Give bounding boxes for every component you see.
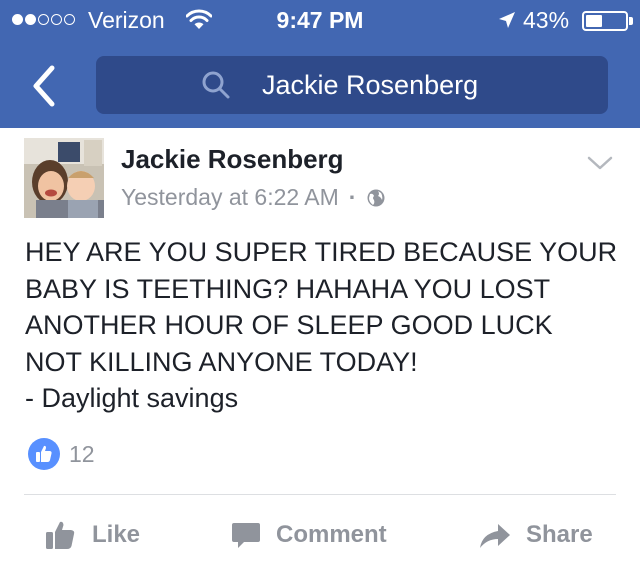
- location-arrow-icon: [497, 10, 517, 35]
- search-icon: [200, 69, 232, 106]
- profile-photo: [24, 138, 104, 218]
- post-author[interactable]: Jackie Rosenberg: [121, 144, 344, 175]
- post-line: NOT KILLING ANYONE TODAY!: [25, 346, 418, 377]
- post-meta: Yesterday at 6:22 AM ·: [121, 184, 386, 211]
- divider: [24, 494, 616, 495]
- status-bar: Verizon 9:47 PM 43%: [0, 0, 640, 40]
- share-label: Share: [526, 521, 593, 548]
- comment-label: Comment: [276, 521, 387, 548]
- battery-percent: 43%: [523, 7, 570, 33]
- search-field[interactable]: Jackie Rosenberg: [96, 56, 608, 114]
- chevron-left-icon: [33, 65, 55, 107]
- globe-icon: [367, 189, 385, 206]
- post-line: HEY ARE YOU SUPER TIRED BECAUSE YOUR: [25, 237, 618, 267]
- like-button[interactable]: Like: [44, 510, 140, 560]
- top-bar: Verizon 9:47 PM 43% Jackie Rosenberg: [0, 0, 640, 128]
- back-button[interactable]: [26, 62, 66, 110]
- comment-icon: [232, 523, 260, 548]
- meta-separator: ·: [348, 184, 357, 210]
- battery-tip: [629, 17, 633, 25]
- comment-button[interactable]: Comment: [230, 510, 387, 560]
- reactions-summary[interactable]: 12: [28, 438, 95, 470]
- battery-icon: [582, 11, 628, 31]
- battery-level: [586, 15, 602, 27]
- post-line: - Daylight savings: [25, 383, 239, 413]
- like-badge-icon: [28, 438, 60, 470]
- post-body: HEY ARE YOU SUPER TIRED BECAUSE YOUR BAB…: [25, 234, 625, 417]
- chevron-down-icon: [587, 156, 613, 170]
- share-arrow-icon: [480, 524, 510, 548]
- post-timestamp[interactable]: Yesterday at 6:22 AM: [121, 184, 339, 211]
- like-count: 12: [69, 440, 95, 467]
- post-line: BABY IS TEETHING? HAHAHA YOU LOST: [25, 273, 551, 304]
- post-line: ANOTHER HOUR OF SLEEP GOOD LUCK: [25, 310, 553, 340]
- post-options-button[interactable]: [586, 153, 614, 178]
- search-query[interactable]: Jackie Rosenberg: [262, 70, 478, 101]
- thumbs-up-icon: [46, 521, 75, 549]
- share-button[interactable]: Share: [478, 510, 593, 560]
- post-actions: Like Comment Share: [0, 510, 640, 560]
- avatar[interactable]: [24, 138, 104, 218]
- like-label: Like: [92, 521, 141, 548]
